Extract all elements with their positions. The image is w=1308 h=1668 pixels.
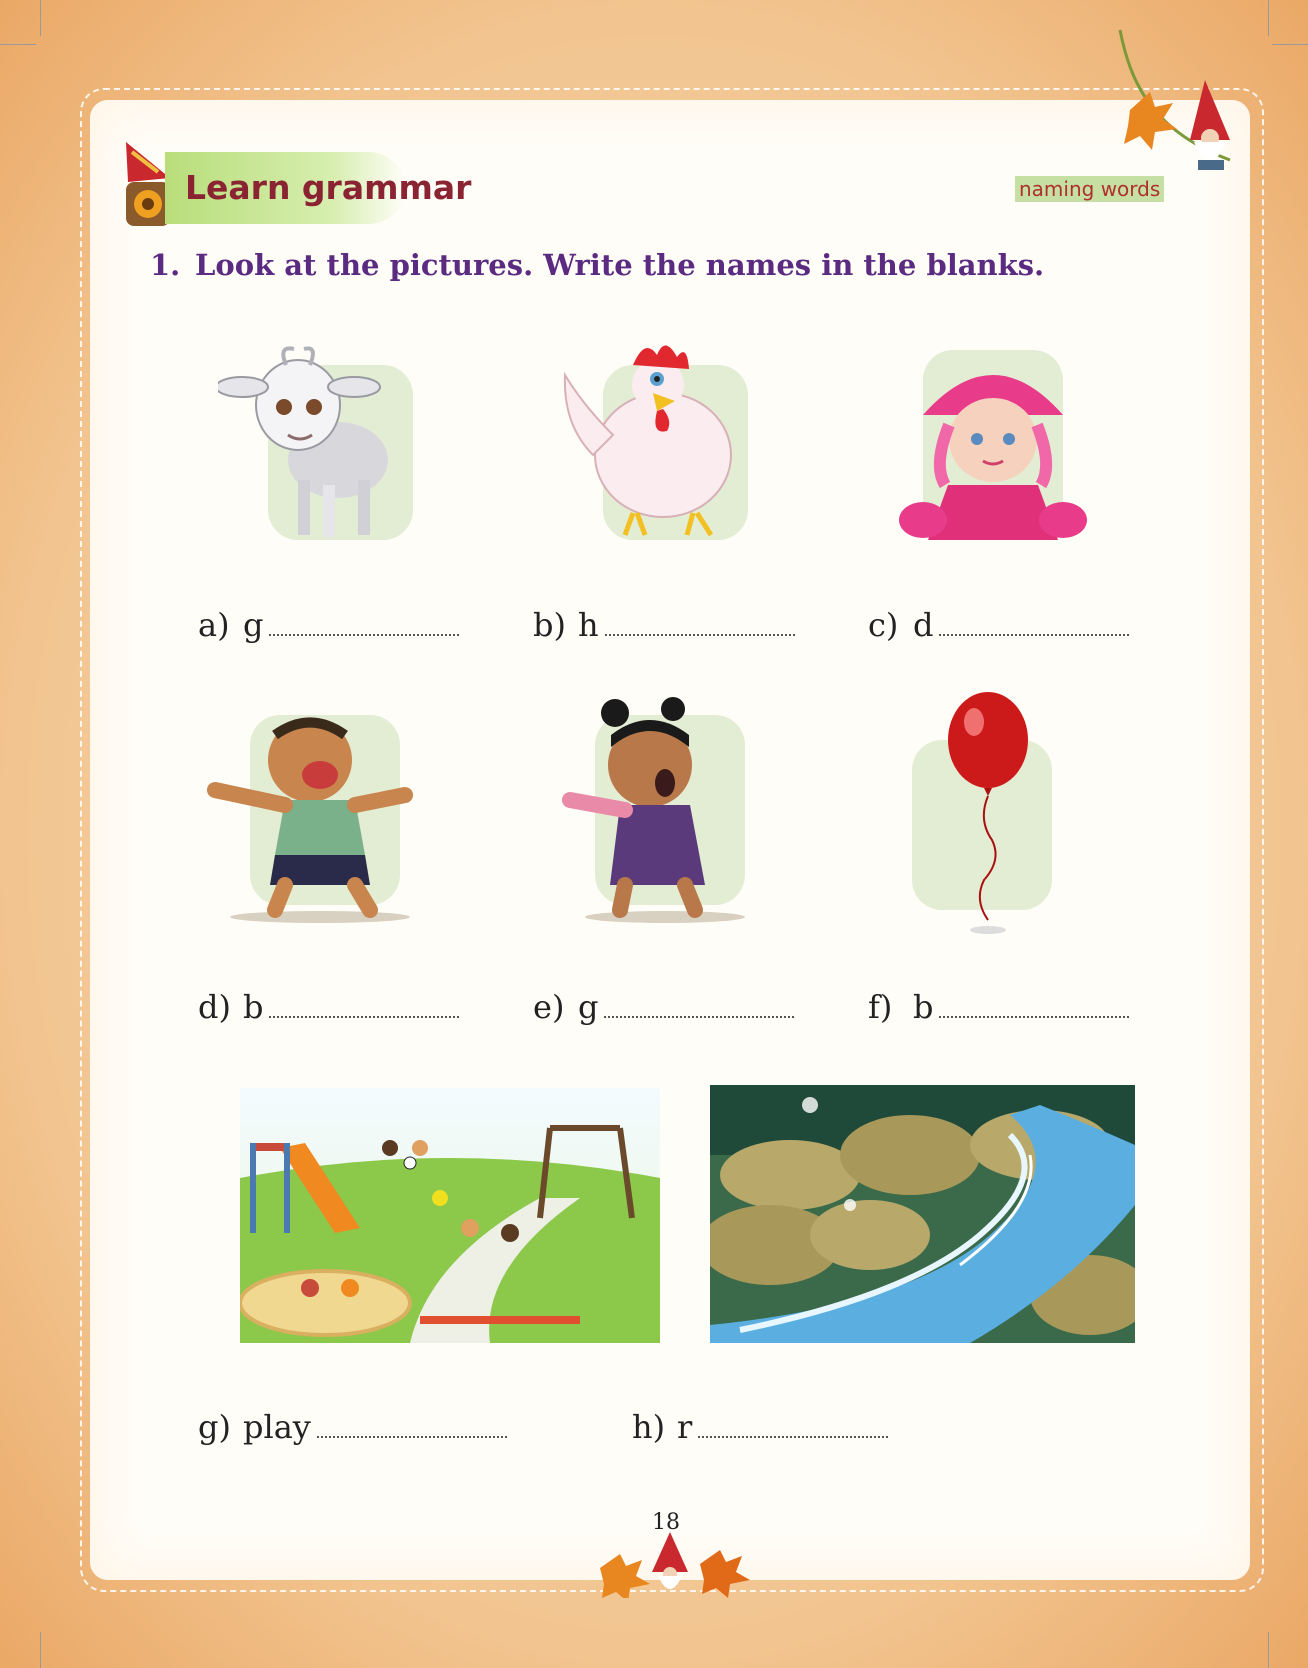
topic-tag: naming words bbox=[1015, 176, 1165, 202]
crop-mark bbox=[0, 44, 36, 45]
item-label: f) bbox=[868, 988, 893, 1026]
answer-line-d: d) b bbox=[198, 988, 460, 1026]
crop-mark bbox=[40, 0, 41, 36]
section-title: Learn grammar bbox=[185, 168, 472, 207]
answer-blank[interactable] bbox=[939, 626, 1130, 636]
letter-hint: g bbox=[243, 606, 264, 644]
question-text: Look at the pictures. Write the names in… bbox=[195, 248, 1045, 282]
crop-mark bbox=[40, 1632, 41, 1668]
item-label: b) bbox=[533, 606, 566, 644]
answer-blank[interactable] bbox=[604, 1008, 795, 1018]
item-label: h) bbox=[632, 1408, 666, 1446]
letter-hint: d bbox=[913, 606, 934, 644]
answer-blank[interactable] bbox=[604, 626, 795, 636]
leaf-gnome-footer-icon bbox=[600, 1532, 750, 1598]
letter-hint: b bbox=[913, 988, 934, 1026]
answer-blank[interactable] bbox=[939, 1008, 1130, 1018]
instruction: 1. Look at the pictures. Write the names … bbox=[150, 248, 1044, 282]
answer-blank[interactable] bbox=[316, 1428, 507, 1438]
question-number: 1. bbox=[150, 248, 181, 282]
goat-picture bbox=[218, 346, 413, 540]
item-label: a) bbox=[198, 606, 230, 644]
doll-picture bbox=[899, 350, 1087, 540]
boy-picture bbox=[207, 715, 413, 923]
item-label: c) bbox=[868, 606, 899, 644]
river-picture bbox=[710, 1085, 1135, 1343]
gnome-corner-icon bbox=[1118, 29, 1231, 170]
balloon-picture bbox=[912, 692, 1052, 934]
playground-picture bbox=[240, 1088, 660, 1343]
answer-blank[interactable] bbox=[269, 626, 460, 636]
answer-line-f: f) b bbox=[868, 988, 1130, 1026]
crop-mark bbox=[1268, 0, 1269, 36]
answer-line-c: c) d bbox=[868, 606, 1130, 644]
answer-blank[interactable] bbox=[269, 1008, 460, 1018]
answer-line-b: b) h bbox=[533, 606, 795, 644]
answer-line-e: e) g bbox=[533, 988, 795, 1026]
hen-picture bbox=[563, 345, 748, 540]
letter-hint: play bbox=[243, 1408, 311, 1446]
letter-hint: h bbox=[578, 606, 599, 644]
answer-line-h: h) r bbox=[632, 1408, 889, 1446]
letter-hint: r bbox=[677, 1408, 693, 1446]
crop-mark bbox=[1268, 1632, 1269, 1668]
letter-hint: b bbox=[243, 988, 264, 1026]
answer-line-g: g) play bbox=[198, 1408, 507, 1446]
crop-mark bbox=[1272, 44, 1308, 45]
item-label: e) bbox=[533, 988, 565, 1026]
item-label: d) bbox=[198, 988, 231, 1026]
answer-line-a: a) g bbox=[198, 606, 460, 644]
item-label: g) bbox=[198, 1408, 231, 1446]
girl-picture bbox=[562, 697, 745, 923]
letter-hint: g bbox=[578, 988, 599, 1026]
answer-blank[interactable] bbox=[698, 1428, 889, 1438]
